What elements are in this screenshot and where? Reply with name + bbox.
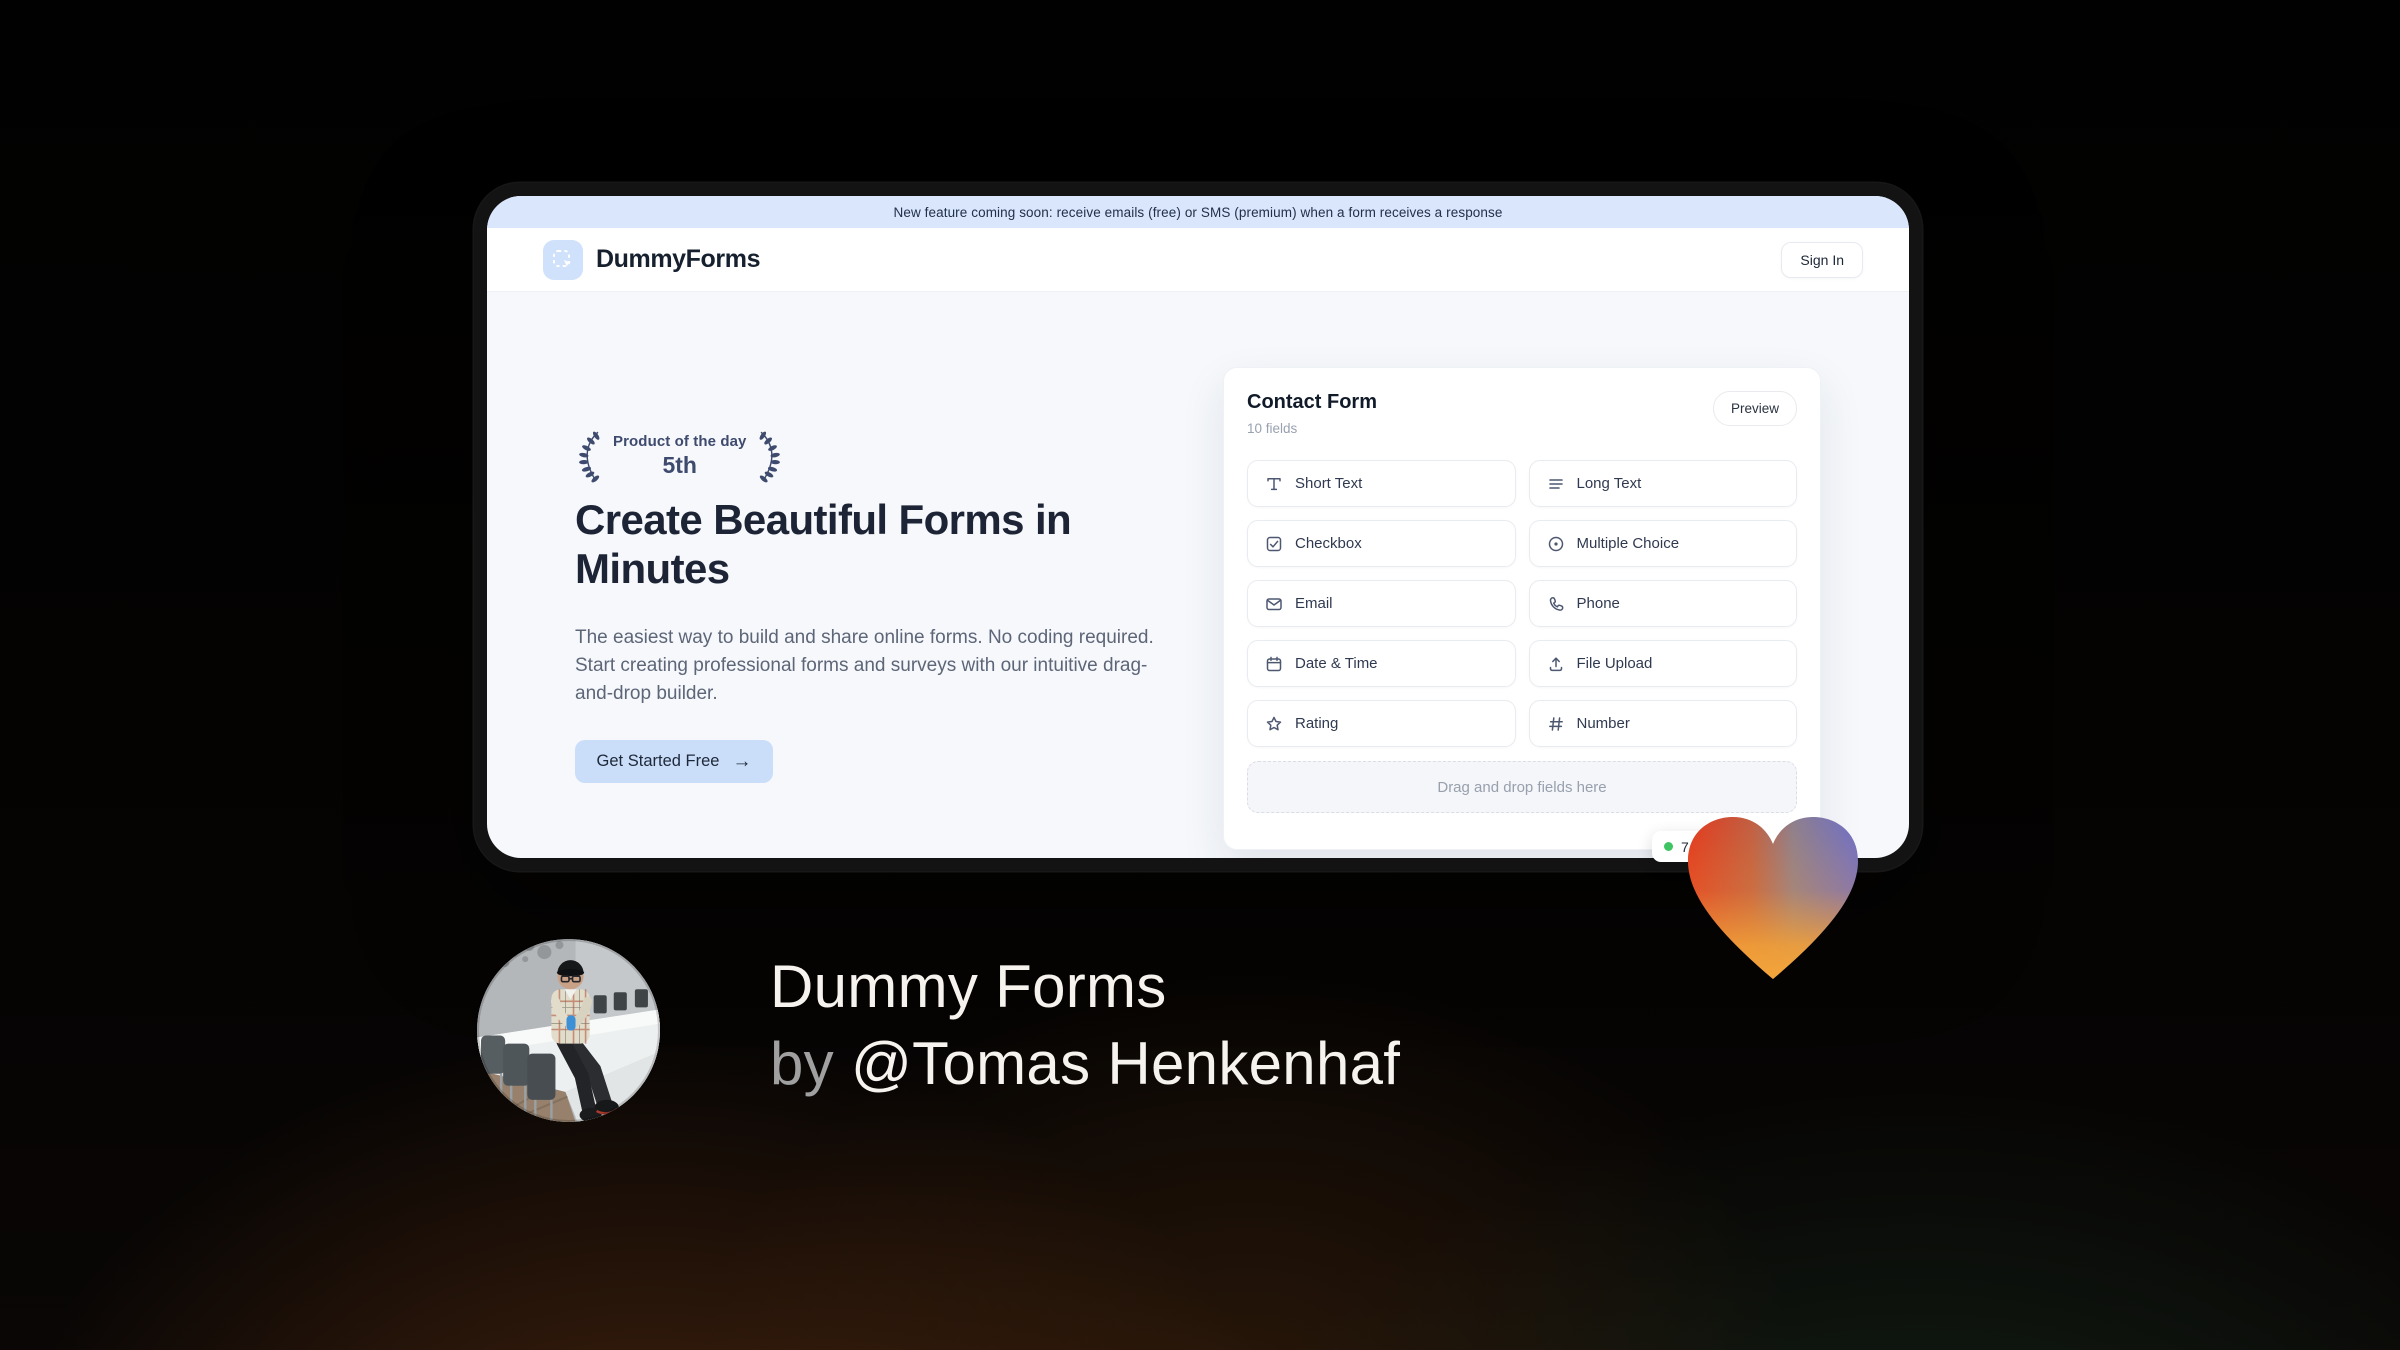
app-page: New feature coming soon: receive emails … — [487, 196, 1909, 858]
maker-avatar — [477, 939, 660, 1122]
field-label: Phone — [1576, 595, 1620, 612]
field-number[interactable]: Number — [1528, 700, 1797, 747]
radio-icon — [1546, 534, 1566, 554]
get-started-button[interactable]: Get Started Free → — [575, 740, 773, 783]
field-label: Checkbox — [1295, 535, 1362, 552]
drop-zone-text: Drag and drop fields here — [1437, 778, 1607, 796]
field-long-text[interactable]: Long Text — [1528, 460, 1797, 507]
field-rating[interactable]: Rating — [1247, 700, 1516, 747]
app-logo-icon — [543, 239, 583, 280]
form-builder-card: Contact Form 10 fields Preview Short Tex… — [1223, 367, 1821, 850]
field-label: File Upload — [1576, 655, 1653, 672]
form-title: Contact Form — [1247, 391, 1377, 413]
field-date-time[interactable]: Date & Time — [1247, 640, 1516, 687]
product-of-day-badge: Product of the day 5th — [575, 427, 784, 485]
field-label: Long Text — [1576, 475, 1642, 492]
green-dot-icon — [1664, 842, 1673, 851]
field-palette: Short Text Long Text Checkbox Multiple C… — [1247, 460, 1797, 747]
browser-window: New feature coming soon: receive emails … — [474, 183, 1922, 871]
field-phone[interactable]: Phone — [1528, 580, 1797, 627]
field-short-text[interactable]: Short Text — [1247, 460, 1516, 507]
sign-in-button[interactable]: Sign In — [1781, 241, 1863, 278]
field-label: Rating — [1295, 715, 1339, 732]
hash-icon — [1546, 714, 1566, 734]
arrow-right-icon: → — [732, 751, 752, 772]
field-label: Date & Time — [1295, 655, 1378, 672]
app-header: DummyForms Sign In — [487, 228, 1909, 292]
field-email[interactable]: Email — [1247, 580, 1516, 627]
text-icon — [1264, 474, 1284, 494]
field-label: Number — [1576, 715, 1630, 732]
field-checkbox[interactable]: Checkbox — [1247, 520, 1516, 567]
hero-description: The easiest way to build and share onlin… — [575, 627, 1154, 704]
field-label: Multiple Choice — [1576, 535, 1680, 552]
laurel-right-icon — [760, 431, 781, 483]
phone-icon — [1546, 594, 1566, 614]
lines-icon — [1546, 474, 1566, 494]
award-label: Product of the day — [613, 433, 747, 450]
envelope-icon — [1264, 594, 1284, 614]
heart-icon — [1678, 811, 1868, 991]
announcement-banner: New feature coming soon: receive emails … — [487, 196, 1909, 228]
drop-zone[interactable]: Drag and drop fields here — [1247, 761, 1797, 813]
star-icon — [1264, 714, 1284, 734]
field-label: Short Text — [1295, 475, 1363, 492]
attribution-caption: Dummy Forms by @Tomas Henkenhaf — [770, 948, 1400, 1102]
field-multiple-choice[interactable]: Multiple Choice — [1528, 520, 1797, 567]
field-label: Email — [1295, 595, 1333, 612]
announcement-text: New feature coming soon: receive emails … — [893, 204, 1503, 220]
attribution-author: @Tomas Henkenhaf — [850, 1030, 1401, 1097]
attribution-title: Dummy Forms — [770, 953, 1167, 1020]
form-field-count: 10 fields — [1247, 421, 1298, 436]
promo-canvas: New feature coming soon: receive emails … — [0, 0, 2400, 1350]
preview-button[interactable]: Preview — [1712, 391, 1797, 426]
brand-name: DummyForms — [596, 245, 761, 273]
get-started-label: Get Started Free — [596, 752, 720, 770]
hero-title: Create Beautiful Forms in Minutes — [575, 496, 1072, 592]
field-file-upload[interactable]: File Upload — [1528, 640, 1797, 687]
attribution-by: by — [770, 1030, 834, 1097]
calendar-icon — [1264, 654, 1284, 674]
hero-section: Product of the day 5th Create Beautiful … — [487, 292, 1909, 858]
award-rank: 5th — [662, 452, 697, 478]
upload-icon — [1546, 654, 1566, 674]
brand-link[interactable]: DummyForms — [543, 239, 761, 280]
laurel-left-icon — [579, 431, 600, 483]
checkbox-icon — [1264, 534, 1284, 554]
